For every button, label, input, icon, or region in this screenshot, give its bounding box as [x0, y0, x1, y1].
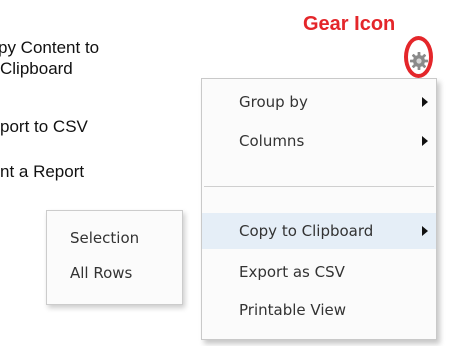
- menu-divider: [204, 186, 434, 187]
- chevron-right-icon: [422, 226, 428, 236]
- submenu-item-selection[interactable]: Selection: [47, 223, 182, 253]
- menu-item-group-by[interactable]: Group by: [202, 84, 436, 120]
- menu-item-label: Group by: [239, 93, 308, 111]
- gear-dropdown-menu: Group by Columns Copy to Clipboard Expor…: [201, 78, 437, 340]
- chevron-right-icon: [422, 97, 428, 107]
- clipboard-submenu: Selection All Rows: [46, 210, 183, 305]
- menu-item-label: Printable View: [239, 301, 346, 319]
- gear-icon-annotation-label: Gear Icon: [303, 13, 396, 35]
- submenu-item-label: All Rows: [70, 264, 133, 282]
- left-label-copy-line1: py Content to: [0, 38, 100, 57]
- left-label-print: nt a Report: [0, 162, 85, 181]
- menu-item-label: Export as CSV: [239, 263, 345, 281]
- left-label-copy-line2: Clipboard: [0, 59, 73, 78]
- menu-item-copy-to-clipboard[interactable]: Copy to Clipboard: [202, 213, 436, 249]
- menu-item-columns[interactable]: Columns: [202, 123, 436, 159]
- menu-item-label: Copy to Clipboard: [239, 222, 374, 240]
- gear-icon[interactable]: [409, 51, 429, 71]
- left-label-export: port to CSV: [0, 117, 88, 136]
- chevron-right-icon: [422, 136, 428, 146]
- menu-item-printable-view[interactable]: Printable View: [202, 292, 436, 328]
- submenu-item-label: Selection: [70, 229, 140, 247]
- menu-item-export-csv[interactable]: Export as CSV: [202, 254, 436, 290]
- menu-item-label: Columns: [239, 132, 305, 150]
- submenu-item-all-rows[interactable]: All Rows: [47, 258, 182, 288]
